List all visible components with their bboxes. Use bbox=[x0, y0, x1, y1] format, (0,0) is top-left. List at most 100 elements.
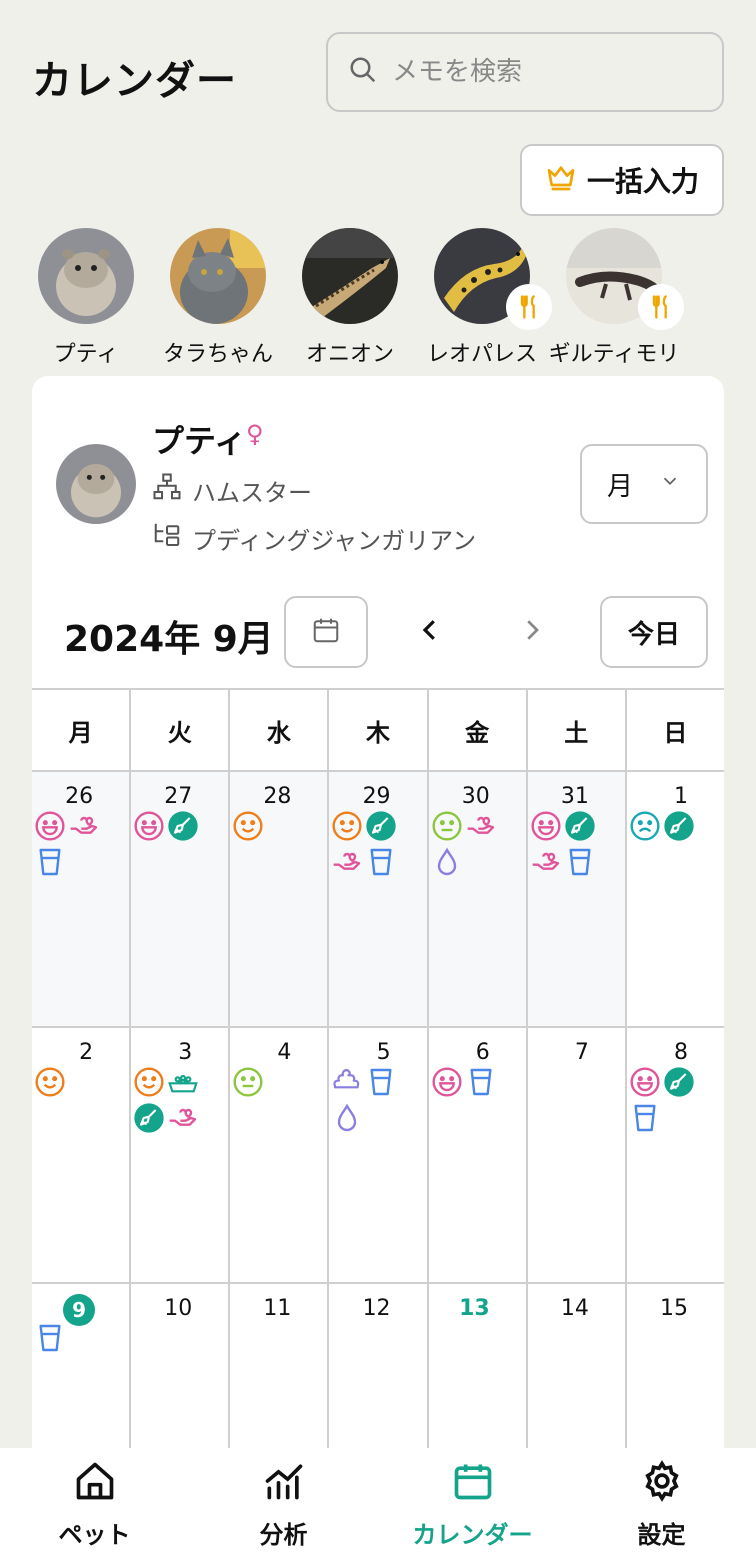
chevron-left-icon bbox=[415, 615, 445, 649]
day-number: 10 bbox=[164, 1296, 193, 1321]
calendar-card: プティ ♀ ハムスター プディングジャンガリアン 月 2024年 9月 今日 月… bbox=[32, 376, 724, 1560]
today-button[interactable]: 今日 bbox=[600, 596, 708, 668]
calendar-day-cell[interactable]: 5 bbox=[329, 1028, 429, 1282]
prev-month-button[interactable] bbox=[410, 612, 450, 652]
calendar-day-cell[interactable]: 27 bbox=[131, 772, 231, 1026]
pet-avatar-hamster bbox=[38, 228, 134, 324]
calendar-day-cell[interactable]: 26 bbox=[32, 772, 132, 1026]
smile-big-pink-icon bbox=[133, 810, 165, 842]
day-records bbox=[331, 1066, 411, 1134]
drop-purple-icon bbox=[431, 846, 463, 878]
fork-icon bbox=[506, 284, 552, 330]
day-number: 11 bbox=[263, 1296, 292, 1321]
pet-item-guiltymori[interactable]: ギルティモリ bbox=[549, 228, 684, 368]
pet-item-tara[interactable]: タラちゃん bbox=[163, 228, 273, 368]
day-records bbox=[34, 1322, 114, 1354]
poop-purple-icon bbox=[331, 1066, 363, 1098]
search-input[interactable] bbox=[392, 57, 712, 87]
calendar-day-cell[interactable]: 8 bbox=[627, 1028, 724, 1282]
calendar-day-cell[interactable]: 7 bbox=[528, 1028, 627, 1282]
smile-big-pink-icon bbox=[629, 1066, 661, 1098]
nav-pet[interactable]: ペット bbox=[20, 1459, 170, 1550]
day-records bbox=[34, 1066, 114, 1098]
nav-analysis[interactable]: 分析 bbox=[209, 1459, 359, 1550]
day-records bbox=[629, 1066, 709, 1134]
day-number: 26 bbox=[65, 784, 94, 809]
day-records bbox=[431, 810, 511, 878]
hand-pink-icon bbox=[331, 846, 363, 878]
calendar-day-cell[interactable]: 6 bbox=[429, 1028, 528, 1282]
period-select[interactable]: 月 bbox=[580, 444, 708, 524]
hand-pink-icon bbox=[530, 846, 562, 878]
calendar-day-cell[interactable]: 3 bbox=[131, 1028, 231, 1282]
calendar-week: 2 3 4 5 6 7 8 bbox=[32, 1028, 724, 1284]
smile-orange-icon bbox=[133, 1066, 165, 1098]
day-number: 15 bbox=[659, 1296, 688, 1321]
cup-blue-icon bbox=[629, 1102, 661, 1134]
day-records bbox=[232, 1066, 312, 1098]
day-number: 27 bbox=[164, 784, 193, 809]
cup-blue-icon bbox=[34, 846, 66, 878]
day-number: 5 bbox=[376, 1040, 391, 1065]
calendar-day-cell[interactable]: 2 bbox=[32, 1028, 132, 1282]
pet-selector: プティ タラちゃん オニオン レオパレス ギルティモリ bbox=[36, 228, 684, 368]
day-number: 14 bbox=[560, 1296, 589, 1321]
day-records bbox=[232, 810, 312, 842]
pet-avatar-lizard bbox=[302, 228, 398, 324]
weekday-thu: 木 bbox=[329, 690, 429, 770]
hand-pink-icon bbox=[167, 1102, 199, 1134]
search-box[interactable] bbox=[326, 32, 724, 112]
pet-name: プティ bbox=[53, 342, 119, 367]
neutral-green-icon bbox=[232, 1066, 264, 1098]
chart-icon bbox=[262, 1459, 306, 1509]
pet-item-onion[interactable]: オニオン bbox=[300, 228, 400, 368]
calendar-day-cell[interactable]: 29 bbox=[329, 772, 429, 1026]
day-number: 29 bbox=[362, 784, 391, 809]
bulk-input-button[interactable]: 一括入力 bbox=[520, 144, 724, 216]
day-records bbox=[331, 810, 411, 878]
species-row: ハムスター bbox=[152, 472, 312, 508]
drop-purple-icon bbox=[331, 1102, 363, 1134]
day-number: 8 bbox=[673, 1040, 688, 1065]
day-records bbox=[34, 810, 114, 878]
broom-teal-icon bbox=[663, 1066, 695, 1098]
calendar-day-cell[interactable]: 31 bbox=[527, 772, 627, 1026]
page-title: カレンダー bbox=[32, 58, 237, 104]
date-picker-button[interactable] bbox=[284, 596, 368, 668]
food-teal-icon bbox=[167, 1066, 199, 1098]
bottom-nav: ペット 分析 カレンダー 設定 bbox=[0, 1448, 756, 1560]
weekday-sun: 日 bbox=[663, 718, 688, 747]
profile-name: プティ bbox=[152, 422, 247, 460]
day-number: 28 bbox=[263, 784, 292, 809]
calendar-day-cell[interactable]: 30 bbox=[428, 772, 528, 1026]
day-number: 6 bbox=[475, 1040, 490, 1065]
nav-label: 設定 bbox=[637, 1520, 686, 1549]
pet-item-leopalace[interactable]: レオパレス bbox=[427, 228, 552, 368]
profile-avatar bbox=[56, 444, 136, 524]
nav-settings[interactable]: 設定 bbox=[587, 1459, 737, 1550]
smile-big-pink-icon bbox=[431, 1066, 463, 1098]
calendar-day-cell[interactable]: 4 bbox=[230, 1028, 330, 1282]
cup-blue-icon bbox=[365, 846, 397, 878]
next-month-button[interactable] bbox=[512, 612, 552, 652]
broom-teal-icon bbox=[167, 810, 199, 842]
sad-teal-icon bbox=[629, 810, 661, 842]
nav-label: ペット bbox=[58, 1520, 131, 1549]
calendar-icon bbox=[451, 1459, 495, 1509]
calendar-day-cell[interactable]: 1 bbox=[627, 772, 724, 1026]
nav-calendar[interactable]: カレンダー bbox=[398, 1459, 548, 1550]
day-number: 7 bbox=[574, 1040, 589, 1065]
cup-blue-icon bbox=[365, 1066, 397, 1098]
pet-item-puti[interactable]: プティ bbox=[36, 228, 136, 368]
broom-teal-icon bbox=[133, 1102, 165, 1134]
weekday-tue: 火 bbox=[131, 690, 231, 770]
chevron-down-icon bbox=[659, 469, 681, 499]
female-icon: ♀ bbox=[246, 420, 264, 448]
weekday-wed: 水 bbox=[230, 690, 330, 770]
pet-avatar-cat bbox=[170, 228, 266, 324]
calendar-day-cell[interactable]: 28 bbox=[230, 772, 330, 1026]
day-records bbox=[133, 810, 213, 842]
weekday-mon: 月 bbox=[32, 690, 132, 770]
neutral-green-icon bbox=[431, 810, 463, 842]
month-title: 2024年 9月 bbox=[64, 619, 274, 660]
